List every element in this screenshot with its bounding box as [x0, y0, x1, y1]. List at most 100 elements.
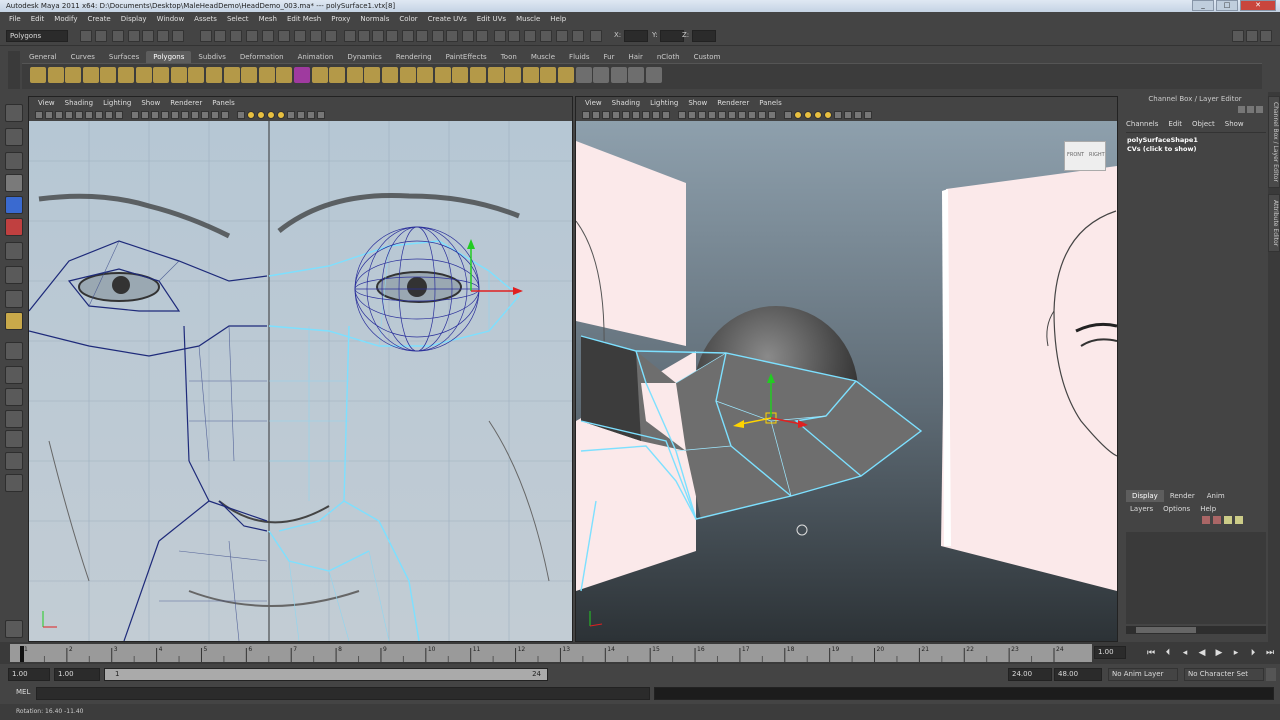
layer-menu-layers[interactable]: Layers: [1130, 505, 1153, 513]
shelf-tab-curves[interactable]: Curves: [64, 51, 102, 63]
viewport-menu-lighting[interactable]: Lighting: [98, 99, 136, 107]
menu-edit-uvs[interactable]: Edit UVs: [472, 15, 511, 23]
step-back-icon[interactable]: ◂: [1178, 646, 1192, 660]
channel-icon-c[interactable]: [1256, 106, 1263, 113]
shelf-tab-rendering[interactable]: Rendering: [389, 51, 439, 63]
viewport-tool-icon[interactable]: [864, 111, 872, 119]
status-tool-icon[interactable]: [142, 30, 154, 42]
panel-toggle-icon[interactable]: [1260, 30, 1272, 42]
shelf-tool-icon[interactable]: [153, 67, 170, 83]
shelf-tool-icon[interactable]: [188, 67, 205, 83]
status-tool-icon[interactable]: [95, 30, 107, 42]
x-field[interactable]: [624, 30, 648, 42]
status-tool-icon[interactable]: [540, 30, 552, 42]
toolbox-tool[interactable]: [5, 174, 23, 192]
animation-start-field[interactable]: 1.00: [8, 668, 50, 681]
viewport-tool-icon[interactable]: [708, 111, 716, 119]
channel-menu-show[interactable]: Show: [1225, 120, 1244, 128]
step-forward-icon[interactable]: ▸: [1229, 646, 1243, 660]
status-tool-icon[interactable]: [432, 30, 444, 42]
viewport-tool-icon[interactable]: [307, 111, 315, 119]
viewport-menu-lighting[interactable]: Lighting: [645, 99, 683, 107]
status-tool-icon[interactable]: [508, 30, 520, 42]
toolbox-tool[interactable]: [5, 290, 23, 308]
attribute-editor-side-tab[interactable]: Attribute Editor: [1268, 194, 1280, 252]
toolbox-tool[interactable]: [5, 452, 23, 470]
shelf-tab-polygons[interactable]: Polygons: [146, 51, 192, 63]
animation-end-field[interactable]: 48.00: [1054, 668, 1102, 681]
character-set-dropdown[interactable]: No Character Set: [1184, 668, 1264, 681]
viewport-tool-icon[interactable]: [85, 111, 93, 119]
range-slider[interactable]: 1 24: [104, 668, 548, 681]
viewport-tool-icon[interactable]: [75, 111, 83, 119]
layer-menu-help[interactable]: Help: [1200, 505, 1216, 513]
viewport-tool-icon[interactable]: [622, 111, 630, 119]
viewport-tool-icon[interactable]: [95, 111, 103, 119]
shelf-menu-icon[interactable]: [8, 51, 20, 89]
menu-proxy[interactable]: Proxy: [326, 15, 355, 23]
viewport-menu-view[interactable]: View: [33, 99, 60, 107]
status-tool-icon[interactable]: [246, 30, 258, 42]
viewport-tool-icon[interactable]: [768, 111, 776, 119]
status-tool-icon[interactable]: [112, 30, 124, 42]
shelf-tab-subdivs[interactable]: Subdivs: [191, 51, 233, 63]
shelf-tool-icon[interactable]: [241, 67, 258, 83]
toolbox-tool[interactable]: [5, 152, 23, 170]
viewport-menu-renderer[interactable]: Renderer: [712, 99, 754, 107]
viewport-tool-icon[interactable]: [688, 111, 696, 119]
layer-option2-icon[interactable]: [1235, 516, 1243, 524]
viewport-tool-icon[interactable]: [814, 111, 822, 119]
key-prefs-icon[interactable]: [1266, 668, 1276, 681]
playback-start-field[interactable]: 1.00: [54, 668, 100, 681]
viewport-tool-icon[interactable]: [201, 111, 209, 119]
viewport-tool-icon[interactable]: [287, 111, 295, 119]
go-end-icon[interactable]: ⏭: [1263, 646, 1277, 660]
anim-layer-dropdown[interactable]: No Anim Layer: [1108, 668, 1178, 681]
menu-select[interactable]: Select: [222, 15, 254, 23]
shelf-tool-icon[interactable]: [487, 67, 504, 83]
shelf-tool-icon[interactable]: [329, 67, 346, 83]
viewport-tool-icon[interactable]: [804, 111, 812, 119]
status-tool-icon[interactable]: [572, 30, 584, 42]
shelf-tab-fluids[interactable]: Fluids: [562, 51, 596, 63]
viewport-tool-icon[interactable]: [728, 111, 736, 119]
status-tool-icon[interactable]: [200, 30, 212, 42]
channel-icon-a[interactable]: [1238, 106, 1245, 113]
viewport-tool-icon[interactable]: [257, 111, 265, 119]
menu-mesh[interactable]: Mesh: [254, 15, 282, 23]
toolbox-tool[interactable]: [5, 266, 23, 284]
view-cube-front[interactable]: FRONT: [1067, 152, 1084, 158]
viewport-tool-icon[interactable]: [678, 111, 686, 119]
shelf-tool-icon[interactable]: [135, 67, 152, 83]
viewport-menu-renderer[interactable]: Renderer: [165, 99, 207, 107]
status-tool-icon[interactable]: [402, 30, 414, 42]
viewport-tool-icon[interactable]: [824, 111, 832, 119]
status-tool-icon[interactable]: [358, 30, 370, 42]
viewport-tool-icon[interactable]: [738, 111, 746, 119]
viewport-tool-icon[interactable]: [131, 111, 139, 119]
new-layer-selected-icon[interactable]: [1213, 516, 1221, 524]
viewport-tool-icon[interactable]: [758, 111, 766, 119]
shelf-tab-deformation[interactable]: Deformation: [233, 51, 291, 63]
layer-scrollbar[interactable]: [1126, 626, 1266, 634]
menu-modify[interactable]: Modify: [49, 15, 82, 23]
shelf-tool-icon[interactable]: [118, 67, 134, 83]
shelf-tool-icon[interactable]: [100, 67, 117, 83]
shelf-tool-icon[interactable]: [470, 67, 486, 83]
current-frame-field[interactable]: 1.00: [1094, 646, 1126, 659]
viewport-tool-icon[interactable]: [115, 111, 123, 119]
new-layer-icon[interactable]: [1202, 516, 1210, 524]
front-viewport[interactable]: View Shading Lighting Show Renderer Panels: [28, 96, 573, 642]
viewport-menu-view[interactable]: View: [580, 99, 607, 107]
shelf-tab-general[interactable]: General: [22, 51, 64, 63]
shelf-tab-toon[interactable]: Toon: [494, 51, 524, 63]
viewport-tool-icon[interactable]: [698, 111, 706, 119]
play-forward-icon[interactable]: ▶: [1212, 646, 1226, 660]
viewport-tool-icon[interactable]: [317, 111, 325, 119]
menu-normals[interactable]: Normals: [355, 15, 394, 23]
toolbox-tool[interactable]: [5, 104, 23, 122]
status-tool-icon[interactable]: [80, 30, 92, 42]
shelf-tool-icon[interactable]: [47, 67, 64, 83]
viewport-tool-icon[interactable]: [582, 111, 590, 119]
status-tool-icon[interactable]: [476, 30, 488, 42]
